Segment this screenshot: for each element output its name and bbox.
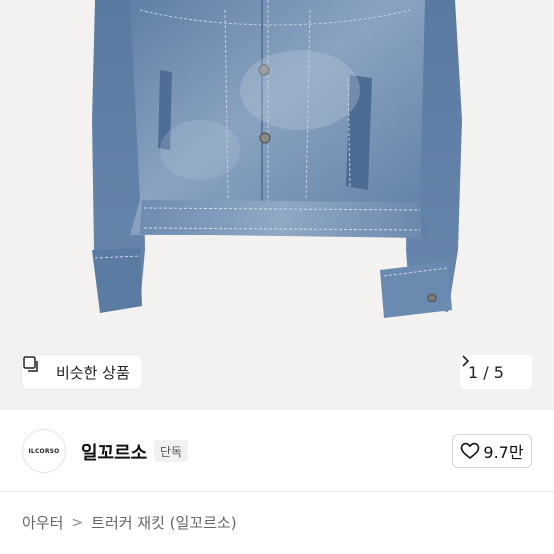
- exclusive-badge: 단독: [154, 440, 189, 462]
- seller-logo-text: ILCORSO: [28, 447, 60, 455]
- denim-jacket-image: [92, 0, 462, 318]
- pager-text: 1 / 5: [468, 362, 504, 382]
- product-image-gallery[interactable]: 비슷한 상품 1 / 5: [0, 0, 554, 410]
- image-pager[interactable]: 1 / 5: [460, 355, 532, 389]
- seller-row: ILCORSO 일꼬르소 단독 9.7만: [0, 410, 554, 492]
- heart-icon: [460, 442, 480, 460]
- breadcrumb-product: 트러커 재킷 (일꼬르소): [91, 514, 237, 532]
- breadcrumb-category[interactable]: 아우터: [22, 512, 63, 533]
- like-button[interactable]: 9.7만: [452, 434, 532, 468]
- similar-products-icon: [23, 356, 50, 381]
- chevron-right-icon: [462, 355, 524, 378]
- like-count: 9.7만: [483, 443, 524, 462]
- similar-products-label: 비슷한 상품: [56, 363, 130, 382]
- seller-logo[interactable]: ILCORSO: [22, 429, 66, 473]
- breadcrumb-separator: >: [71, 514, 84, 531]
- seller-name[interactable]: 일꼬르소: [81, 439, 147, 465]
- similar-products-button[interactable]: 비슷한 상품: [22, 355, 142, 389]
- breadcrumb: 아우터 > 트러커 재킷 (일꼬르소): [22, 512, 237, 533]
